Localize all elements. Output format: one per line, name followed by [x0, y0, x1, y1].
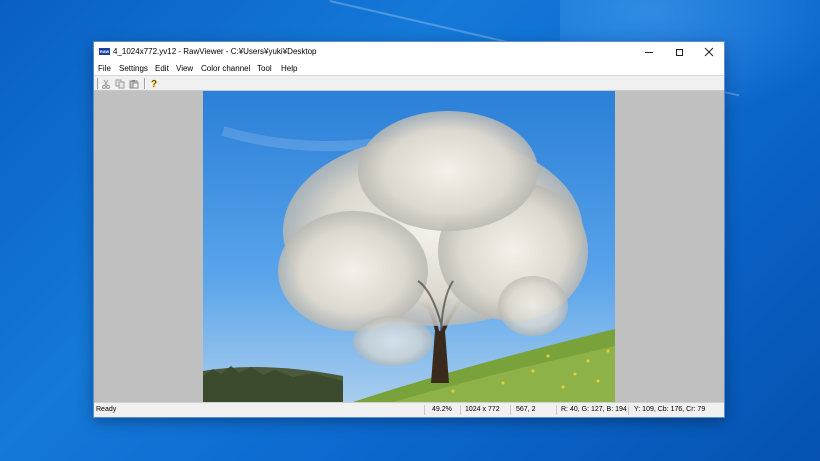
- menu-settings[interactable]: Settings: [119, 64, 148, 73]
- svg-text:?: ?: [151, 79, 157, 89]
- status-divider: [510, 405, 511, 415]
- minimize-icon: [645, 51, 653, 53]
- copy-icon: [115, 79, 125, 88]
- menu-view[interactable]: View: [176, 64, 193, 73]
- paste-button[interactable]: [128, 78, 140, 89]
- status-bar: Ready 49.2% 1024 x 772 567, 2 R: 40, G: …: [94, 402, 724, 417]
- copy-button[interactable]: [114, 78, 126, 89]
- menu-bar: File Settings Edit View Color channel To…: [94, 62, 724, 75]
- close-button[interactable]: [694, 42, 724, 62]
- toolbar: ?: [94, 75, 724, 91]
- toolbar-separator: [144, 78, 146, 89]
- menu-file[interactable]: File: [98, 64, 111, 73]
- status-divider: [460, 405, 461, 415]
- status-divider: [424, 405, 425, 415]
- window-title: 4_1024x772.yv12 - RawViewer - C:¥Users¥y…: [113, 47, 317, 56]
- help-button[interactable]: ?: [148, 78, 160, 89]
- status-zoom: 49.2%: [432, 406, 452, 413]
- close-icon: [704, 47, 714, 57]
- maximize-icon: [675, 48, 683, 56]
- paste-icon: [129, 79, 139, 88]
- status-position: 567, 2: [516, 406, 536, 413]
- minimize-button[interactable]: [634, 42, 664, 62]
- status-rgb: R: 40, G: 127, B: 194: [561, 406, 627, 413]
- status-divider: [628, 405, 629, 415]
- status-dimensions: 1024 x 772: [465, 406, 500, 413]
- menu-edit[interactable]: Edit: [155, 64, 169, 73]
- cut-button[interactable]: [100, 78, 112, 89]
- menu-tool[interactable]: Tool: [257, 64, 272, 73]
- help-icon: ?: [151, 79, 158, 89]
- status-ycbcr: Y: 109, Cb: 176, Cr: 79: [634, 406, 706, 413]
- rawviewer-window: RAW 4_1024x772.yv12 - RawViewer - C:¥Use…: [94, 42, 724, 417]
- displayed-image[interactable]: [203, 91, 615, 402]
- title-bar[interactable]: RAW 4_1024x772.yv12 - RawViewer - C:¥Use…: [94, 42, 724, 62]
- maximize-button[interactable]: [664, 42, 694, 62]
- menu-help[interactable]: Help: [281, 64, 297, 73]
- image-viewport[interactable]: [94, 91, 724, 402]
- menu-color-channel[interactable]: Color channel: [201, 64, 250, 73]
- app-icon[interactable]: RAW: [99, 48, 110, 55]
- status-divider: [556, 405, 557, 415]
- cut-icon: [102, 79, 110, 89]
- tree-photo: [203, 91, 615, 402]
- status-ready: Ready: [96, 406, 117, 413]
